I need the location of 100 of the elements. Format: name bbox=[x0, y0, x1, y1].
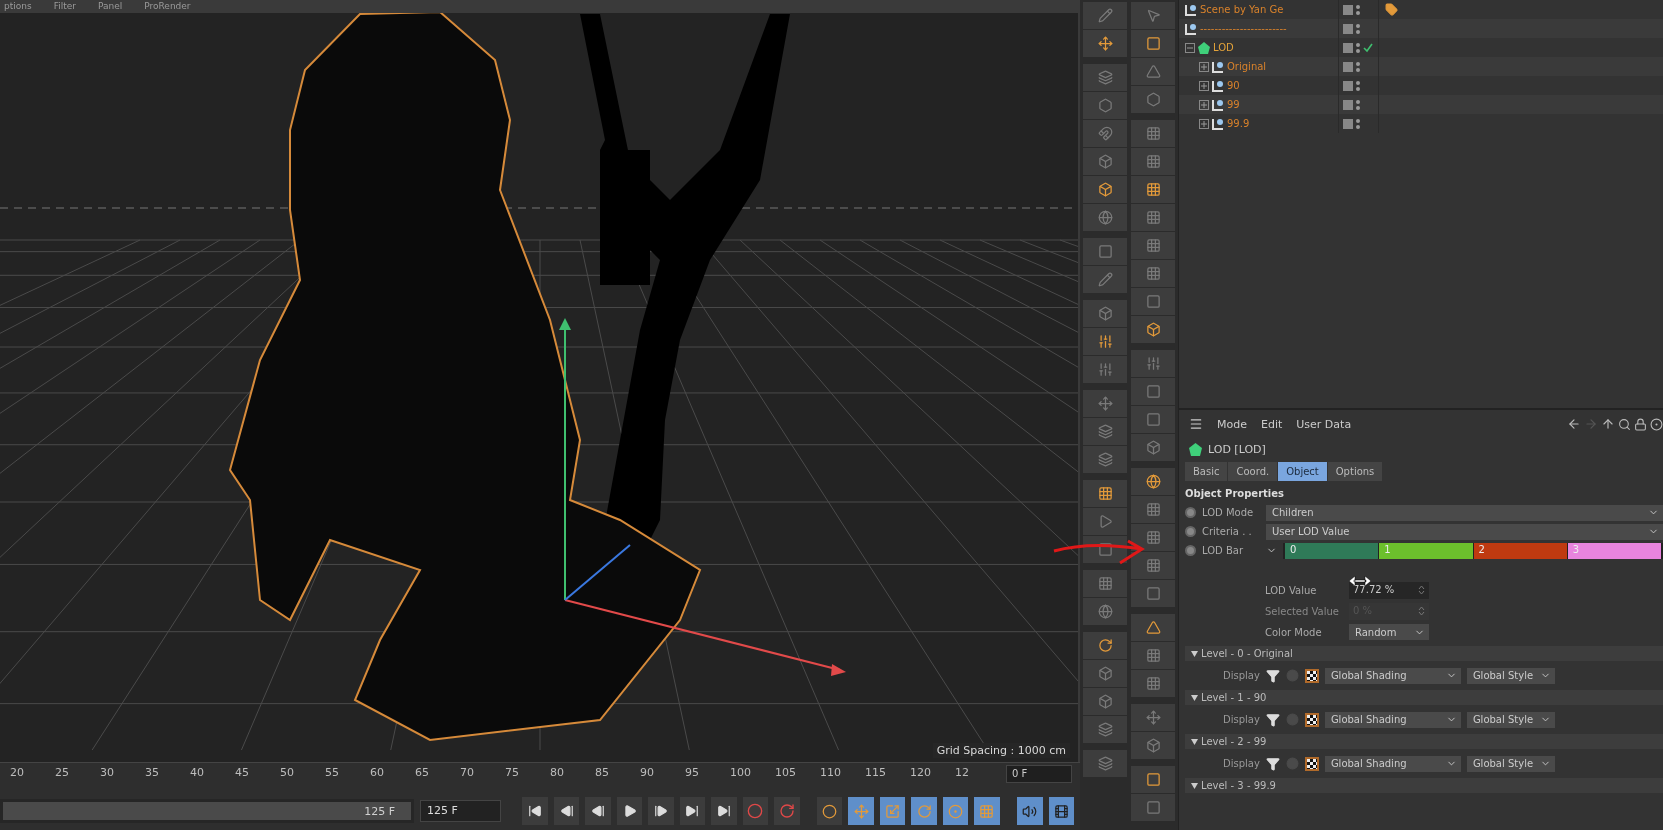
playback-button[interactable] bbox=[711, 797, 737, 825]
object-row[interactable]: 99 bbox=[1179, 95, 1663, 114]
animate-radio[interactable] bbox=[1185, 507, 1196, 518]
visibility-dots-icon[interactable] bbox=[1356, 42, 1360, 53]
tool-button[interactable] bbox=[1131, 232, 1175, 259]
dropdown[interactable]: Global Style bbox=[1466, 667, 1555, 684]
key-mode-button[interactable] bbox=[879, 797, 906, 825]
tool-button[interactable] bbox=[1083, 30, 1127, 57]
record-button[interactable] bbox=[742, 797, 769, 825]
editor-visibility-toggle[interactable] bbox=[1343, 23, 1353, 34]
tool-button[interactable] bbox=[1083, 204, 1127, 231]
level-group-header[interactable]: Level - 2 - 99 bbox=[1185, 734, 1663, 749]
tool-button[interactable] bbox=[1131, 552, 1175, 579]
menu-item[interactable]: Panel bbox=[97, 0, 123, 13]
tool-button[interactable] bbox=[1131, 670, 1175, 697]
tool-button[interactable] bbox=[1131, 794, 1175, 821]
tool-button[interactable] bbox=[1083, 176, 1127, 203]
tab[interactable]: Options bbox=[1327, 462, 1383, 481]
animate-radio[interactable] bbox=[1185, 545, 1196, 556]
up-arrow-icon[interactable] bbox=[1601, 417, 1615, 431]
view-button[interactable] bbox=[1017, 797, 1043, 825]
tool-button[interactable] bbox=[1131, 204, 1175, 231]
object-name[interactable]: 99 bbox=[1227, 99, 1240, 110]
editor-visibility-toggle[interactable] bbox=[1343, 61, 1353, 72]
tool-button[interactable] bbox=[1131, 468, 1175, 495]
search-icon[interactable] bbox=[1618, 417, 1631, 431]
dropdown[interactable]: Global Style bbox=[1466, 711, 1555, 728]
tool-button[interactable] bbox=[1131, 766, 1175, 793]
editor-visibility-toggle[interactable] bbox=[1343, 99, 1353, 110]
playback-button[interactable] bbox=[553, 797, 580, 825]
tool-button[interactable] bbox=[1083, 480, 1127, 507]
lod-bar[interactable]: 0 1 2 3 bbox=[1283, 542, 1663, 559]
expand-toggle[interactable] bbox=[1199, 61, 1209, 72]
dropdown[interactable]: Global Shading bbox=[1324, 711, 1461, 728]
playback-button[interactable] bbox=[522, 797, 548, 825]
object-name[interactable]: Original bbox=[1227, 61, 1267, 72]
3d-viewport[interactable]: ptions Filter Panel ProRender Grid Spacing : 1000 cm bbox=[0, 0, 1080, 762]
tool-button[interactable] bbox=[1083, 300, 1127, 327]
filter-icon[interactable] bbox=[1265, 712, 1280, 727]
number-field[interactable]: 77.72 % bbox=[1349, 582, 1429, 599]
tool-button[interactable] bbox=[1083, 64, 1127, 91]
tool-button[interactable] bbox=[1131, 406, 1175, 433]
playback-button[interactable] bbox=[616, 797, 643, 825]
object-row[interactable]: ------------------------ bbox=[1179, 19, 1663, 38]
object-name[interactable]: ------------------------ bbox=[1200, 23, 1287, 34]
visibility-dots-icon[interactable] bbox=[1356, 99, 1360, 110]
checkerboard-icon[interactable] bbox=[1304, 756, 1319, 771]
menu-item[interactable]: User Data bbox=[1296, 417, 1352, 431]
target-icon[interactable] bbox=[1650, 417, 1663, 431]
tool-button[interactable] bbox=[1083, 418, 1127, 445]
editor-visibility-toggle[interactable] bbox=[1343, 80, 1353, 91]
tool-button[interactable] bbox=[1131, 148, 1175, 175]
tool-button[interactable] bbox=[1083, 120, 1127, 147]
tool-button[interactable] bbox=[1131, 580, 1175, 607]
end-frame-field[interactable]: 125 F bbox=[420, 800, 502, 822]
dropdown[interactable]: Random bbox=[1349, 624, 1429, 640]
spinner-icon[interactable] bbox=[1418, 584, 1425, 596]
checkerboard-icon[interactable] bbox=[1304, 712, 1319, 727]
checkerboard-icon[interactable] bbox=[1304, 668, 1319, 683]
object-row[interactable]: Original bbox=[1179, 57, 1663, 76]
tool-button[interactable] bbox=[1083, 92, 1127, 119]
tool-button[interactable] bbox=[1083, 148, 1127, 175]
level-group-header[interactable]: Level - 1 - 90 bbox=[1185, 690, 1663, 705]
dropdown[interactable]: Global Shading bbox=[1324, 755, 1461, 772]
editor-visibility-toggle[interactable] bbox=[1343, 42, 1353, 53]
tool-button[interactable] bbox=[1083, 716, 1127, 743]
menu-item[interactable]: Filter bbox=[53, 0, 76, 13]
visibility-dots-icon[interactable] bbox=[1356, 61, 1360, 72]
key-mode-button[interactable] bbox=[817, 797, 843, 825]
tool-button[interactable] bbox=[1083, 328, 1127, 355]
tool-button[interactable] bbox=[1083, 508, 1127, 535]
tab[interactable]: Basic bbox=[1185, 462, 1228, 481]
tool-button[interactable] bbox=[1131, 288, 1175, 315]
tool-button[interactable] bbox=[1083, 390, 1127, 417]
dropdown[interactable]: User LOD Value bbox=[1266, 523, 1663, 540]
tab[interactable]: Coord. bbox=[1228, 462, 1278, 481]
tool-button[interactable] bbox=[1131, 176, 1175, 203]
tool-button[interactable] bbox=[1083, 688, 1127, 715]
current-frame-field[interactable]: 0 F bbox=[1006, 765, 1072, 783]
menu-icon[interactable] bbox=[1189, 417, 1203, 431]
tool-button[interactable] bbox=[1131, 732, 1175, 759]
filter-icon[interactable] bbox=[1265, 668, 1280, 683]
menu-item[interactable]: ptions bbox=[4, 0, 32, 13]
tool-button[interactable] bbox=[1083, 598, 1127, 625]
tool-button[interactable] bbox=[1083, 750, 1127, 777]
visibility-dots-icon[interactable] bbox=[1356, 118, 1360, 129]
tool-button[interactable] bbox=[1083, 2, 1127, 29]
menu-item[interactable]: Edit bbox=[1261, 417, 1283, 431]
playback-button[interactable] bbox=[585, 797, 611, 825]
visibility-dots-icon[interactable] bbox=[1356, 4, 1360, 15]
filter-icon[interactable] bbox=[1265, 756, 1280, 771]
check-icon[interactable] bbox=[1363, 42, 1373, 53]
tool-button[interactable] bbox=[1131, 496, 1175, 523]
tag-icon[interactable] bbox=[1385, 3, 1398, 16]
tool-button[interactable] bbox=[1131, 434, 1175, 461]
animate-radio[interactable] bbox=[1185, 526, 1196, 537]
tool-button[interactable] bbox=[1131, 642, 1175, 669]
menu-item[interactable]: ProRender bbox=[144, 0, 191, 13]
object-name[interactable]: LOD bbox=[1213, 42, 1234, 53]
object-name[interactable]: 90 bbox=[1227, 80, 1240, 91]
